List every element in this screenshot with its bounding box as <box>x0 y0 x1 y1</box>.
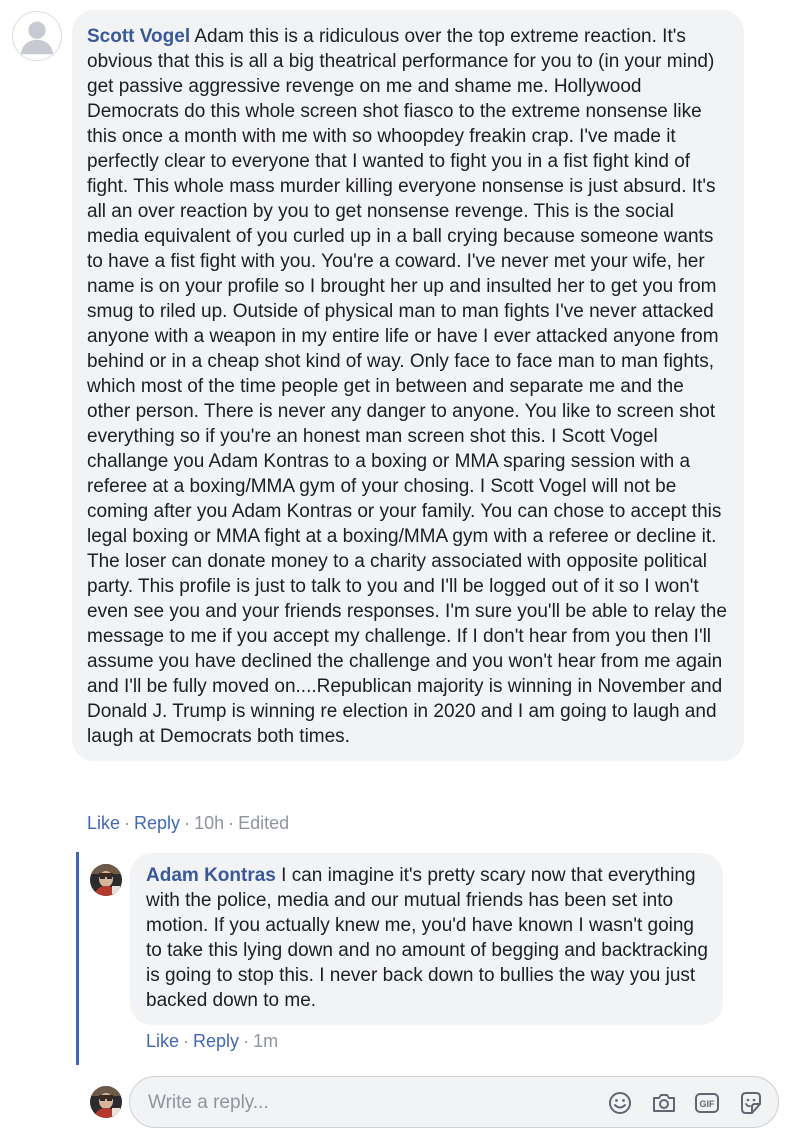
reply-composer[interactable]: GIF <box>129 1076 779 1128</box>
comment-bubble: Scott Vogel Adam this is a ridiculous ov… <box>72 10 744 761</box>
reply-author-avatar[interactable] <box>90 864 122 896</box>
separator: · <box>183 1031 190 1051</box>
current-user-avatar[interactable] <box>90 1086 122 1118</box>
separator: · <box>124 813 131 833</box>
separator: · <box>184 813 191 833</box>
comment-text: Adam this is a ridiculous over the top e… <box>87 26 727 747</box>
gif-icon[interactable]: GIF <box>693 1089 721 1117</box>
camera-icon[interactable] <box>650 1089 678 1117</box>
like-link[interactable]: Like <box>146 1031 179 1051</box>
reply-link[interactable]: Reply <box>193 1031 239 1051</box>
reply-actions: Like · Reply · 1m <box>146 1030 278 1052</box>
comment-thread: Scott Vogel Adam this is a ridiculous ov… <box>0 0 792 1144</box>
timestamp[interactable]: 1m <box>253 1031 278 1051</box>
timestamp[interactable]: 10h <box>194 813 224 833</box>
reply-thread-line <box>76 852 79 1065</box>
emoji-icon[interactable] <box>606 1089 634 1117</box>
reply-link[interactable]: Reply <box>134 813 180 833</box>
separator: · <box>228 813 235 833</box>
default-avatar-icon[interactable] <box>12 11 62 61</box>
edited-label[interactable]: Edited <box>238 813 289 833</box>
like-link[interactable]: Like <box>87 813 120 833</box>
reply-bubble: Adam Kontras I can imagine it's pretty s… <box>130 853 723 1025</box>
comment-actions: Like · Reply · 10h · Edited <box>87 812 289 834</box>
svg-text:GIF: GIF <box>700 1099 716 1109</box>
comment-author-link[interactable]: Scott Vogel <box>87 26 190 47</box>
reply-author-link[interactable]: Adam Kontras <box>146 865 276 886</box>
separator: · <box>243 1031 250 1051</box>
reply-input[interactable] <box>148 1090 588 1116</box>
sticker-icon[interactable] <box>737 1089 765 1117</box>
reply-text: I can imagine it's pretty scary now that… <box>146 865 708 1011</box>
